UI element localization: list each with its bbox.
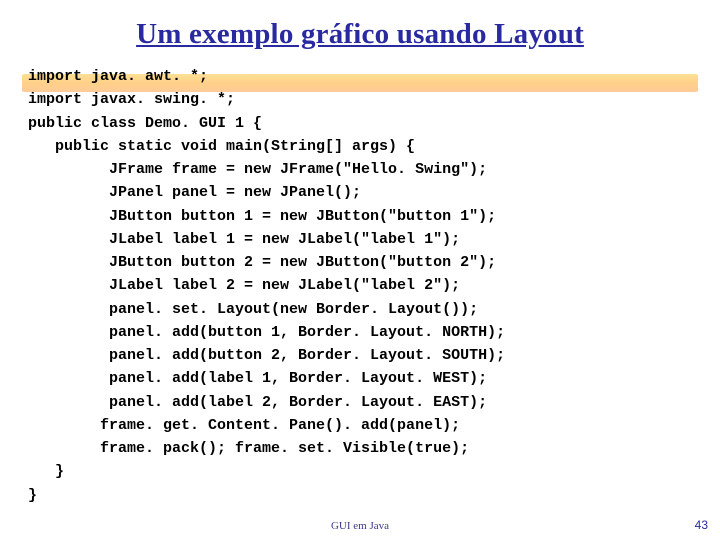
page-number: 43 [695,518,708,532]
code-block: import java. awt. *; import javax. swing… [28,65,692,507]
footer-text: GUI em Java [0,520,720,532]
slide: Um exemplo gráfico usando Layout import … [0,0,720,540]
slide-title: Um exemplo gráfico usando Layout [28,18,692,51]
